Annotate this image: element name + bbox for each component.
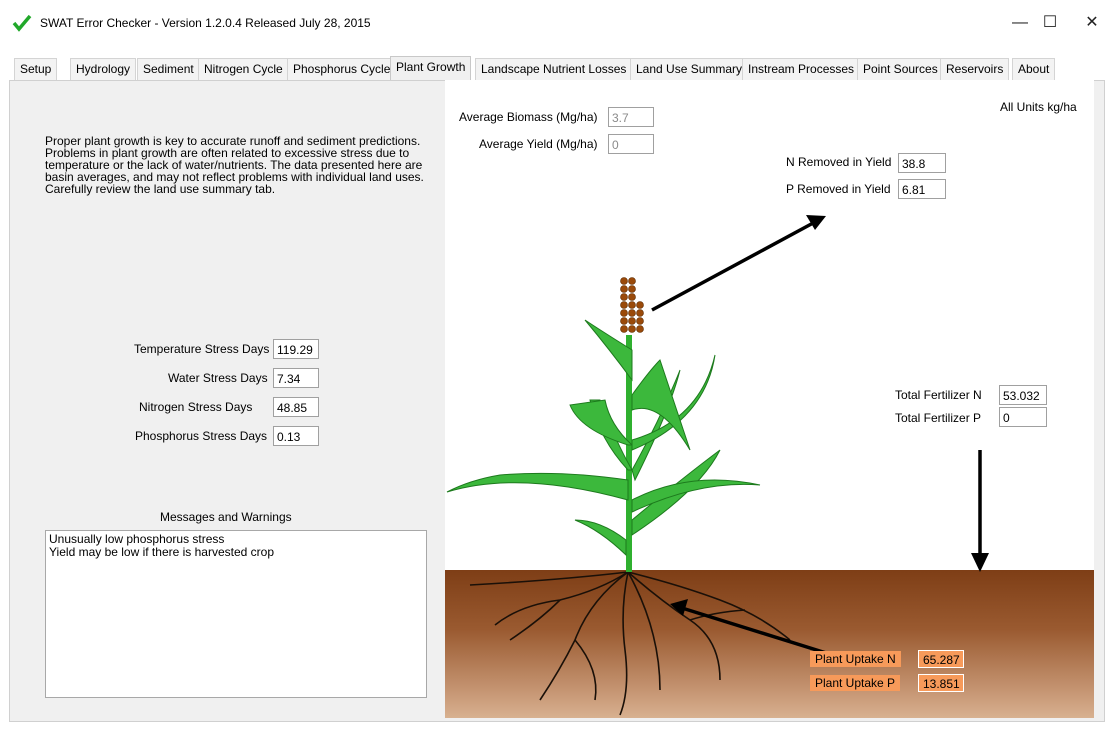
yield-arrowhead [806,215,826,230]
fertilizer-arrowhead [971,553,989,572]
uptake-n-label: Plant Uptake N [810,651,901,667]
roots-graphic [469,571,791,716]
uptake-n-field[interactable]: 65.287 [918,650,964,668]
seed-head-graphic [620,277,644,333]
uptake-p-label: Plant Uptake P [810,675,901,691]
plant-diagram [446,215,989,716]
uptake-p-field[interactable]: 13.851 [918,674,964,692]
yield-arrow [651,220,816,312]
leaves-graphic [446,319,761,557]
